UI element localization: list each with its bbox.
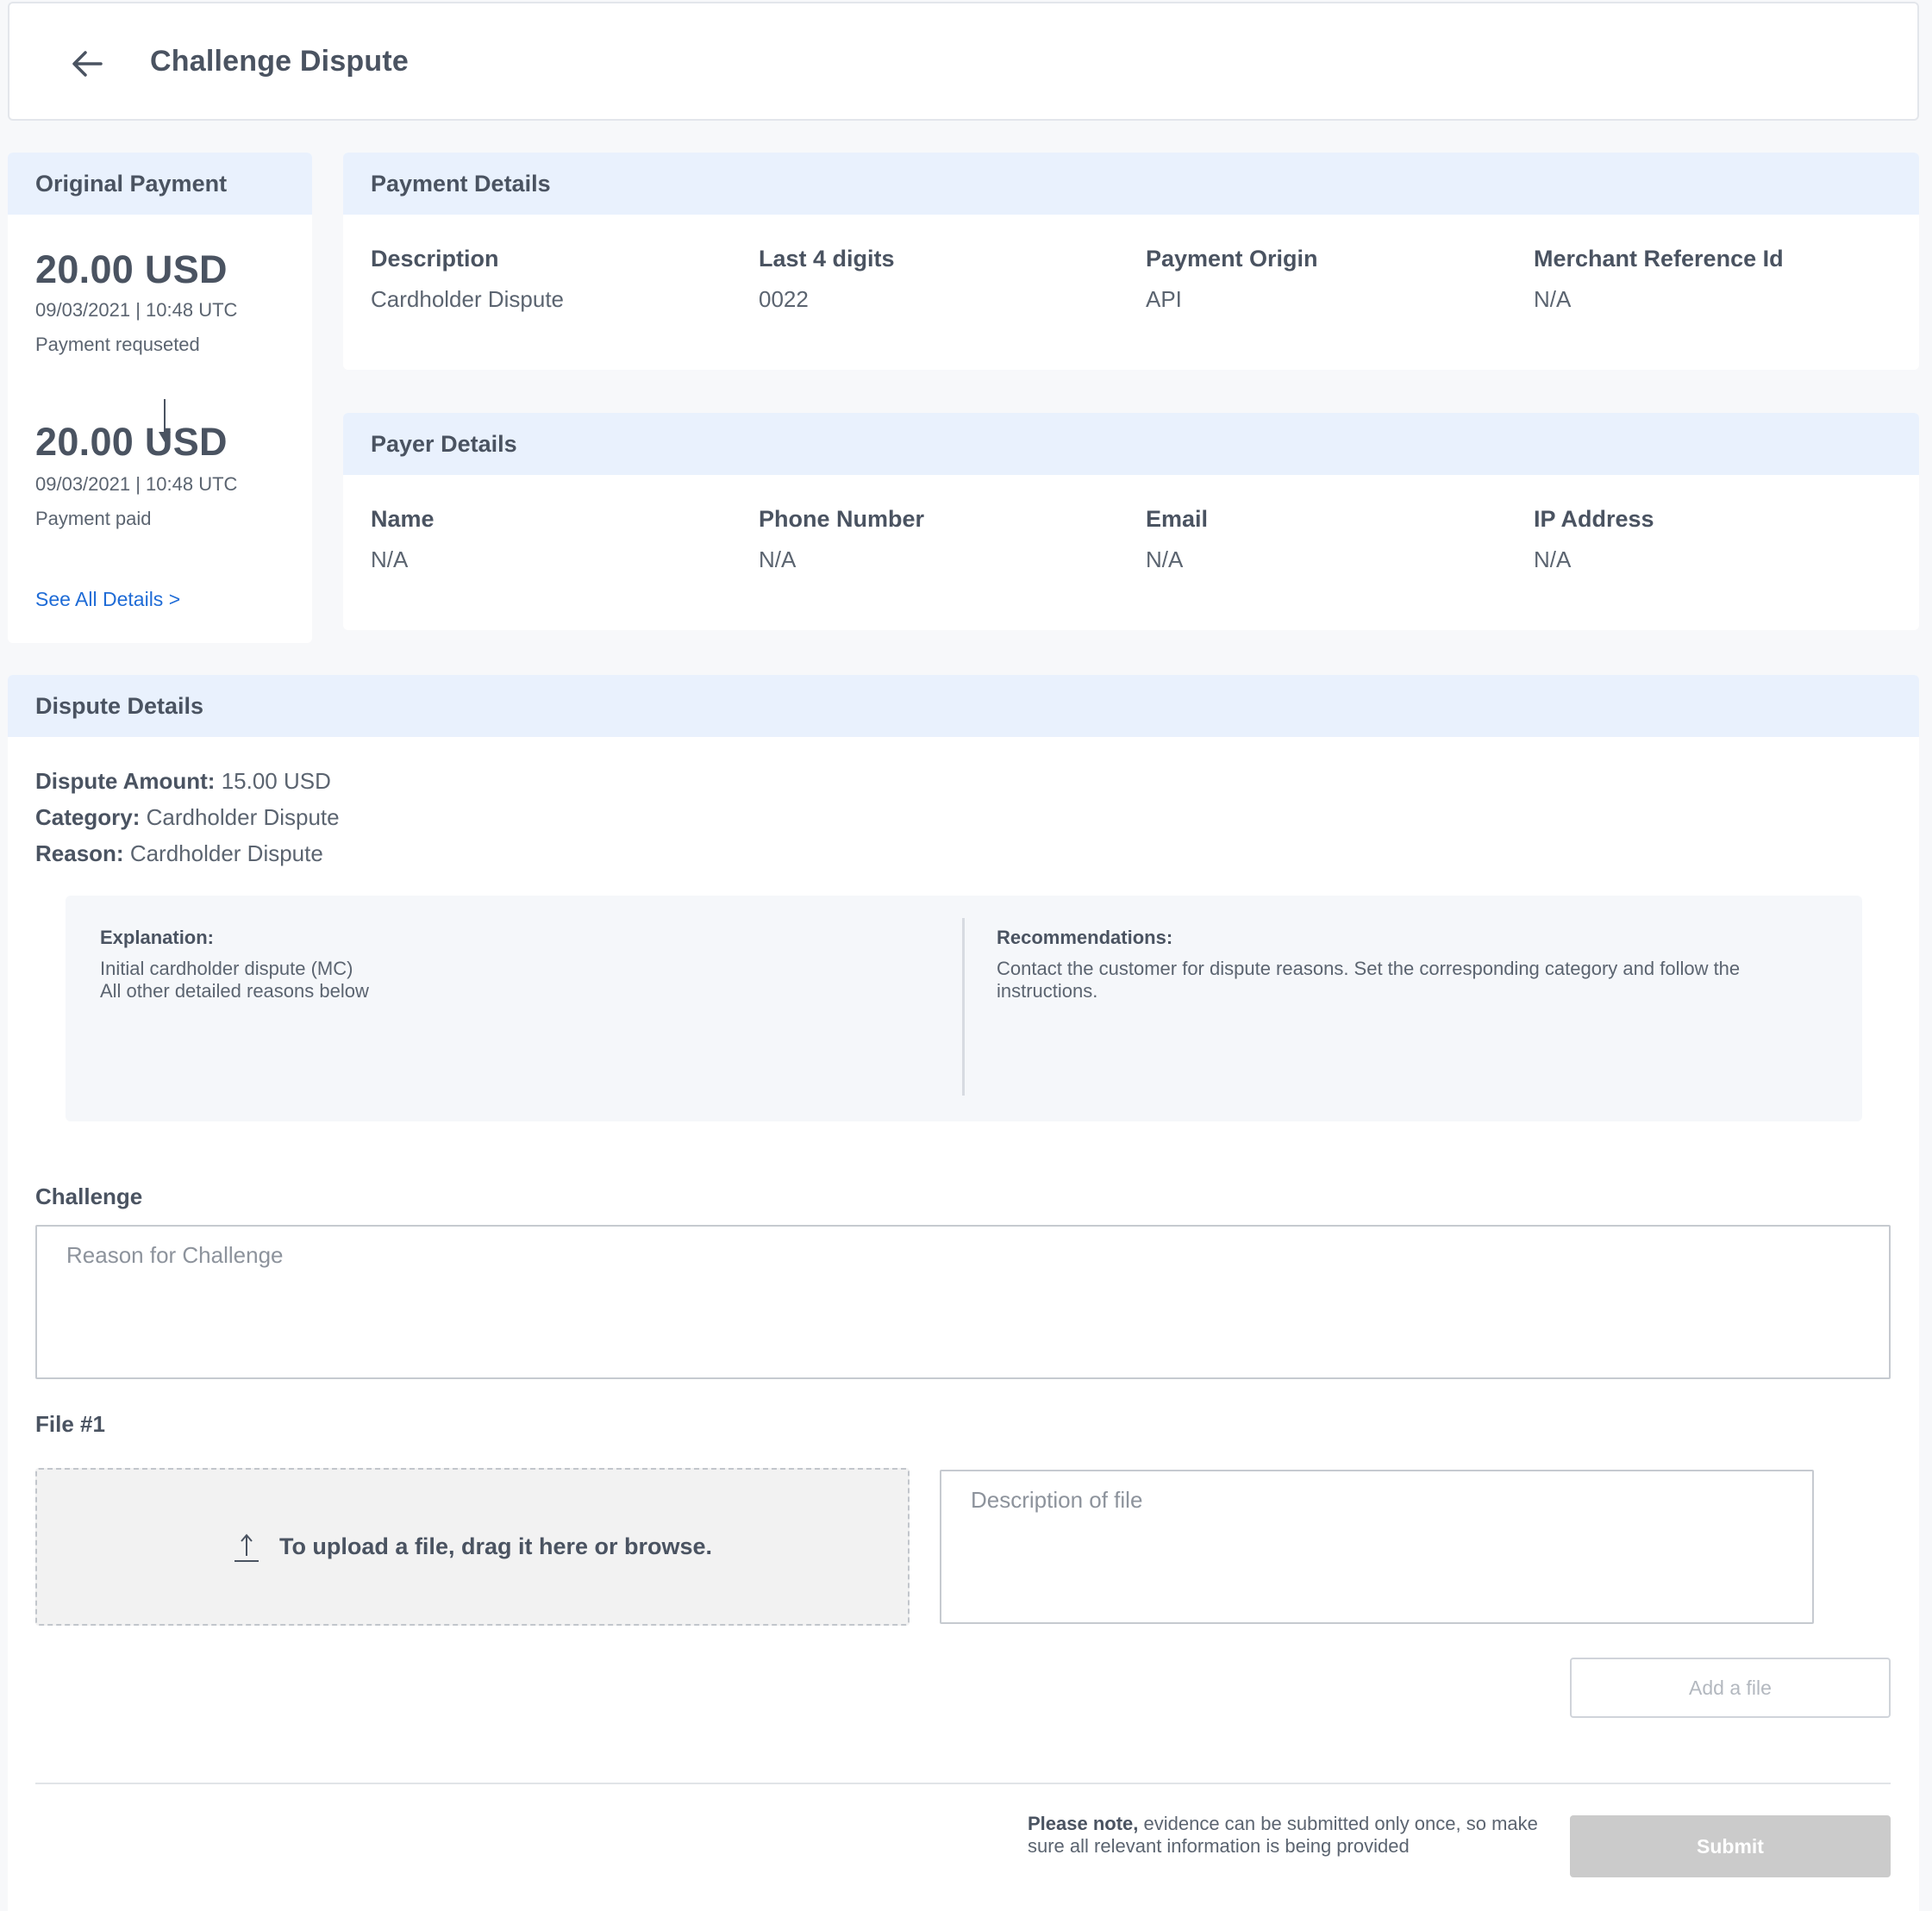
payer-details-title: Payer Details <box>343 413 1919 475</box>
field-label: Email <box>1146 506 1209 532</box>
field-value: 0022 <box>759 286 809 312</box>
upload-label: To upload a file, drag it here or browse… <box>278 1533 713 1559</box>
back-button[interactable] <box>61 38 113 90</box>
field-value: N/A <box>1146 546 1184 572</box>
paid-datetime: 09/03/2021 | 10:48 UTC <box>35 473 238 495</box>
requested-amount: 20.00 USD <box>35 247 228 291</box>
explanation-line: Initial cardholder dispute (MC) <box>100 958 353 979</box>
page-title: Challenge Dispute <box>150 45 410 78</box>
payment-details-title: Payment Details <box>343 153 1919 215</box>
arrow-left-icon <box>72 51 103 77</box>
challenge-reason-input[interactable] <box>35 1225 1891 1379</box>
dispute-category-value: Cardholder Dispute <box>146 804 340 830</box>
field-value: API <box>1146 286 1182 312</box>
dispute-amount: Dispute Amount: 15.00 USD <box>35 768 331 795</box>
explanation-section: Explanation: Initial cardholder dispute … <box>100 927 928 1002</box>
field-value: N/A <box>1534 286 1572 312</box>
dispute-info-box: Explanation: Initial cardholder dispute … <box>66 896 1862 1121</box>
field-label: Merchant Reference Id <box>1534 246 1784 272</box>
field-label: IP Address <box>1534 506 1654 532</box>
field-label: Name <box>371 506 435 532</box>
dispute-category-label: Category: <box>35 804 141 830</box>
original-payment-timeline: 20.00 USD 09/03/2021 | 10:48 UTC Payment… <box>8 247 312 530</box>
original-payment-title: Original Payment <box>8 153 312 215</box>
arrow-down-icon <box>159 399 171 442</box>
payment-details-card: Payment Details Description Cardholder D… <box>343 153 1919 370</box>
recommendations-title: Recommendations: <box>997 927 1173 948</box>
footer-divider <box>35 1783 1891 1784</box>
field-value: N/A <box>1534 546 1572 572</box>
add-file-button[interactable]: Add a file <box>1570 1658 1891 1718</box>
dispute-details-title: Dispute Details <box>8 675 1919 737</box>
payer-phone-field: Phone Number N/A <box>759 506 924 573</box>
submission-note: Please note, evidence can be submitted o… <box>1028 1813 1545 1858</box>
requested-datetime: 09/03/2021 | 10:48 UTC <box>35 299 238 321</box>
file-label: File #1 <box>35 1411 105 1437</box>
recommendations-text: Contact the customer for dispute reasons… <box>997 958 1741 1002</box>
dispute-amount-label: Dispute Amount: <box>35 768 216 794</box>
dispute-reason: Reason: Cardholder Dispute <box>35 840 323 867</box>
note-bold: Please note, <box>1028 1813 1139 1834</box>
see-all-details-link[interactable]: See All Details > <box>35 588 180 611</box>
payer-name-field: Name N/A <box>371 506 435 573</box>
field-label: Phone Number <box>759 506 925 532</box>
info-divider <box>962 918 965 1096</box>
payment-origin-field: Payment Origin API <box>1146 246 1318 313</box>
dispute-reason-value: Cardholder Dispute <box>129 840 323 866</box>
field-value: Cardholder Dispute <box>371 286 565 312</box>
field-label: Last 4 digits <box>759 246 895 272</box>
paid-status: Payment paid <box>35 508 152 529</box>
payment-description-field: Description Cardholder Dispute <box>371 246 564 313</box>
challenge-label: Challenge <box>35 1183 143 1209</box>
payment-last4-field: Last 4 digits 0022 <box>759 246 895 313</box>
field-value: N/A <box>371 546 409 572</box>
payer-ip-field: IP Address N/A <box>1534 506 1654 573</box>
original-payment-card: Original Payment 20.00 USD 09/03/2021 | … <box>8 153 312 643</box>
dispute-details-card: Dispute Details Dispute Amount: 15.00 US… <box>8 675 1919 1911</box>
dispute-reason-label: Reason: <box>35 840 124 866</box>
explanation-title: Explanation: <box>100 927 215 948</box>
requested-status: Payment requseted <box>35 334 200 355</box>
field-value: N/A <box>759 546 797 572</box>
submit-button[interactable]: Submit <box>1570 1815 1891 1877</box>
page-header: Challenge Dispute <box>8 2 1919 121</box>
field-label: Description <box>371 246 499 272</box>
explanation-line: All other detailed reasons below <box>100 980 369 1002</box>
payer-email-field: Email N/A <box>1146 506 1208 573</box>
field-label: Payment Origin <box>1146 246 1318 272</box>
dispute-category: Category: Cardholder Dispute <box>35 804 340 831</box>
payer-details-card: Payer Details Name N/A Phone Number N/A … <box>343 413 1919 630</box>
merchant-reference-field: Merchant Reference Id N/A <box>1534 246 1784 313</box>
upload-icon <box>234 1533 259 1562</box>
file-upload-dropzone[interactable]: To upload a file, drag it here or browse… <box>35 1468 910 1626</box>
recommendations-section: Recommendations: Contact the customer fo… <box>997 927 1841 1002</box>
file-description-input[interactable] <box>940 1470 1814 1624</box>
dispute-amount-value: 15.00 USD <box>221 768 331 794</box>
